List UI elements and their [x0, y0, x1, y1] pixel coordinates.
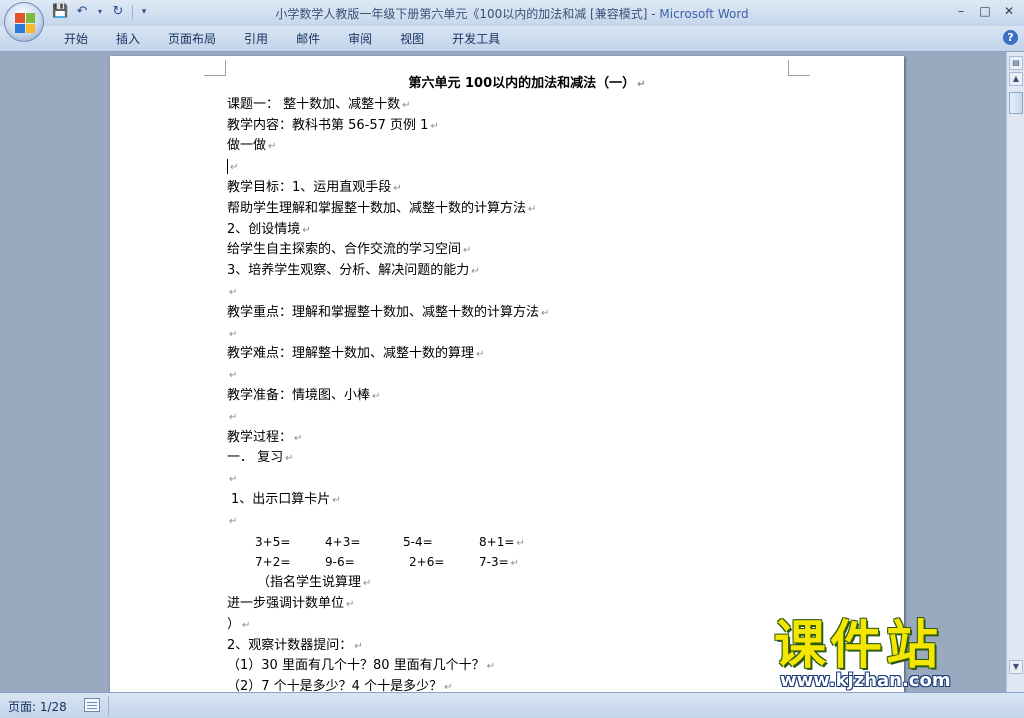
restore-icon[interactable]: □: [974, 2, 996, 20]
equation-row: 3+5= 4+3= 5-4= 8+1= ↵: [227, 532, 827, 553]
text-line: 教学重点：理解和掌握整十数加、减整十数的计算方法 ↵: [227, 304, 550, 320]
office-logo-icon: [15, 13, 35, 33]
tab-developer[interactable]: 开发工具: [438, 31, 514, 47]
status-divider: [108, 696, 109, 716]
document-workspace: 第六单元 100以内的加法和减法（一） ↵ 课题一： 整十数加、减整十数 ↵ 教学内…: [0, 52, 1006, 692]
scroll-down-icon[interactable]: ▼: [1009, 660, 1023, 674]
watermark-text: 课件站: [774, 616, 943, 676]
window-title: 小学数学人教版一年级下册第六单元《100以内的加法和减 [兼容模式] - Mic…: [0, 5, 1024, 22]
watermark-url: www.kjzhan.com: [780, 670, 951, 691]
window-controls: – □ ✕: [950, 2, 1020, 20]
tab-insert[interactable]: 插入: [102, 31, 154, 47]
text-line: 教学内容：教科书第 56-57 页例 1 ↵: [227, 117, 439, 133]
text-line: （2）7 个十是多少？4 个十是多少？ ↵: [227, 679, 453, 692]
tab-list: 开始 插入 页面布局 引用 邮件 审阅 视图 开发工具: [50, 31, 514, 47]
document-body[interactable]: 第六单元 100以内的加法和减法（一） ↵ 课题一： 整十数加、减整十数 ↵ 教学内…: [227, 74, 827, 692]
text-line-with-cursor: ↵: [227, 157, 827, 178]
equation: 5-4=: [403, 534, 433, 549]
text-line: 2、创设情境 ↵: [227, 221, 311, 237]
vertical-scrollbar[interactable]: ▤ ▲ ▼: [1006, 52, 1024, 692]
text-line: 教学过程： ↵: [227, 429, 303, 445]
equation: 7+2=: [255, 555, 291, 570]
empty-line: ↵: [229, 286, 238, 298]
text-line: 帮助学生理解和掌握整十数加、减整十数的计算方法 ↵: [227, 200, 537, 216]
tab-home[interactable]: 开始: [50, 31, 102, 47]
text-line: 做一做 ↵: [227, 138, 277, 154]
equation: 7-3=: [479, 555, 509, 570]
text-cursor: [227, 159, 228, 175]
empty-line: ↵: [229, 515, 238, 527]
document-heading: 第六单元 100以内的加法和减法（一） ↵: [408, 76, 646, 91]
text-line: 1、出示口算卡片 ↵: [231, 491, 341, 507]
minimize-icon[interactable]: –: [950, 2, 972, 20]
text-line: 课题一： 整十数加、减整十数 ↵: [227, 96, 411, 112]
help-icon[interactable]: ?: [1003, 30, 1018, 45]
text-line: 进一步强调计数单位 ↵: [227, 595, 355, 611]
equation: 9-6=: [325, 555, 355, 570]
equation: 3+5=: [255, 534, 291, 549]
status-bar: 页面: 1/28: [0, 692, 1024, 718]
close-icon[interactable]: ✕: [998, 2, 1020, 20]
office-button[interactable]: [4, 2, 44, 42]
ribbon-tabs: 开始 插入 页面布局 引用 邮件 审阅 视图 开发工具 ?: [0, 26, 1024, 52]
margin-corner-mark: [204, 60, 226, 76]
empty-line: ↵: [229, 474, 238, 486]
empty-line: ↵: [229, 328, 238, 340]
tab-page-layout[interactable]: 页面布局: [154, 31, 230, 47]
title-bar: 💾 ↶ ▾ ↻ ▾ 小学数学人教版一年级下册第六单元《100以内的加法和减 [兼…: [0, 0, 1024, 26]
tab-view[interactable]: 视图: [386, 31, 438, 47]
text-line: 给学生自主探索的、合作交流的学习空间 ↵: [227, 242, 472, 258]
watermark-logo: 课件站 www.kjzhan.com: [770, 616, 1006, 692]
scrollbar-thumb[interactable]: [1009, 92, 1023, 114]
proofing-icon[interactable]: [84, 698, 100, 712]
equation: 2+6=: [409, 555, 445, 570]
app-name: Microsoft Word: [659, 7, 749, 21]
text-line: ） ↵: [227, 616, 251, 632]
text-line: 2、观察计数器提问： ↵: [227, 637, 363, 653]
equation: 4+3=: [325, 534, 361, 549]
tab-references[interactable]: 引用: [230, 31, 282, 47]
page-count[interactable]: 页面: 1/28: [8, 698, 67, 715]
text-line: 教学难点：理解整十数加、减整十数的算理 ↵: [227, 346, 485, 362]
text-line: （指名学生说算理 ↵: [257, 575, 372, 591]
text-line: 教学目标：1、运用直观手段 ↵: [227, 179, 402, 195]
tab-mailings[interactable]: 邮件: [282, 31, 334, 47]
equation-row: 7+2= 9-6= 2+6= 7-3= ↵: [227, 552, 827, 573]
text-line: 一． 复习 ↵: [227, 450, 294, 466]
empty-line: ↵: [229, 411, 238, 423]
document-title: 小学数学人教版一年级下册第六单元《100以内的加法和减 [兼容模式]: [275, 7, 648, 21]
ruler-toggle-icon[interactable]: ▤: [1009, 56, 1023, 70]
title-separator: -: [647, 7, 660, 21]
text-line: （1）30 里面有几个十？80 里面有几个十？ ↵: [227, 658, 496, 674]
equation: 8+1=: [479, 534, 515, 549]
empty-line: ↵: [229, 370, 238, 382]
tab-review[interactable]: 审阅: [334, 31, 386, 47]
document-page[interactable]: 第六单元 100以内的加法和减法（一） ↵ 课题一： 整十数加、减整十数 ↵ 教学内…: [110, 56, 904, 692]
text-line: 教学准备：情境图、小棒 ↵: [227, 387, 381, 403]
scroll-up-icon[interactable]: ▲: [1009, 72, 1023, 86]
text-line: 3、培养学生观察、分析、解决问题的能力 ↵: [227, 263, 480, 279]
